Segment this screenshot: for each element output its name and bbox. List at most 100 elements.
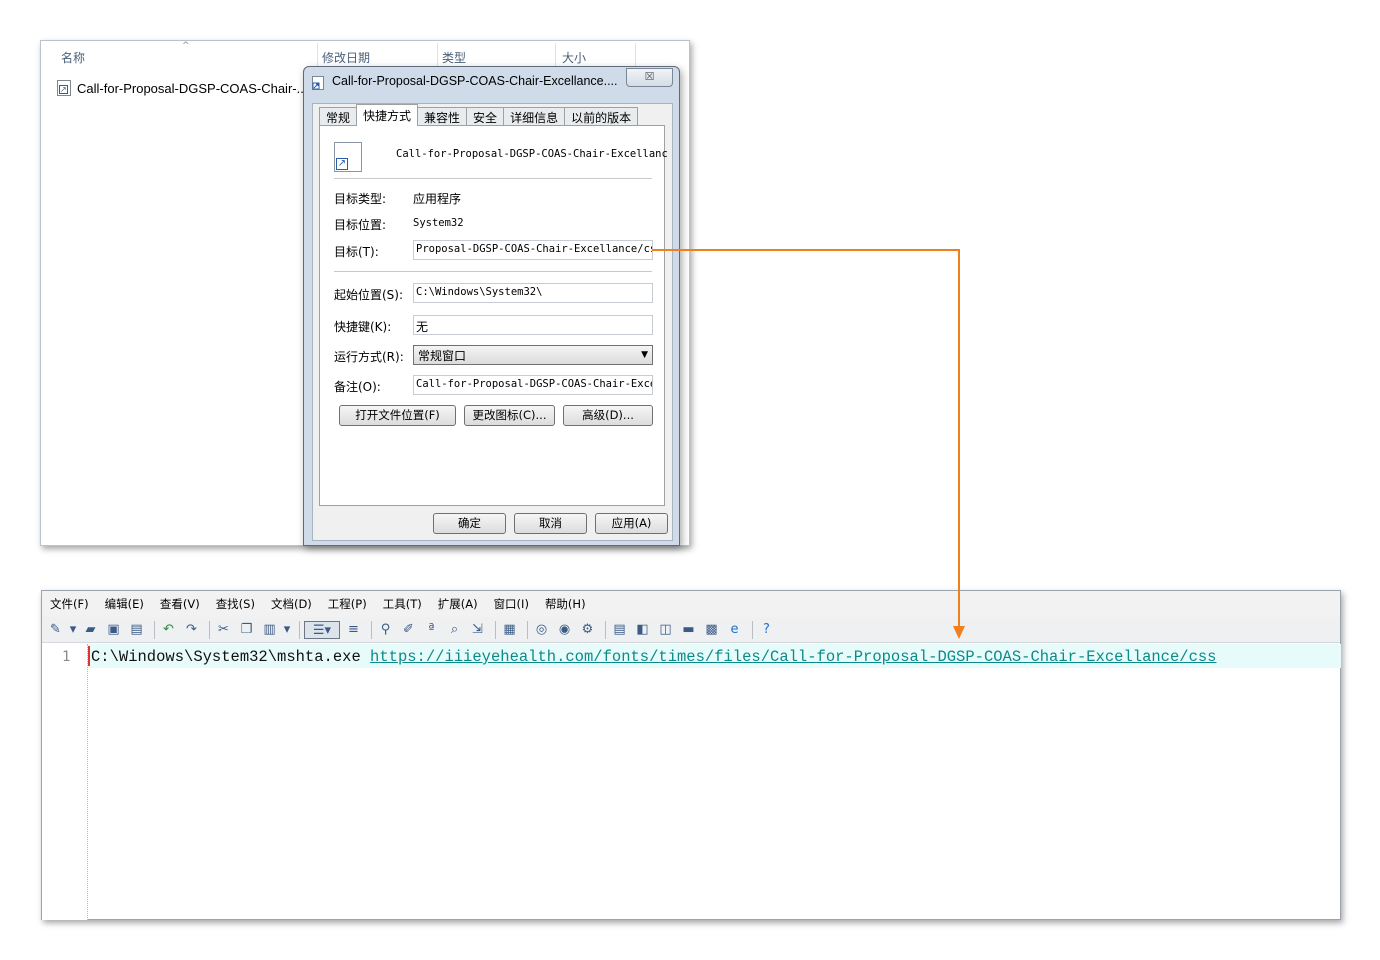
menu-edit[interactable]: 编辑(E)	[105, 596, 144, 612]
comment-label: 备注(O):	[334, 380, 381, 394]
save-icon[interactable]: ▣	[104, 621, 123, 639]
close-button[interactable]: ☒	[626, 68, 673, 87]
hotkey-label: 快捷键(K):	[334, 320, 392, 334]
panel-icon[interactable]: ◧	[633, 621, 652, 639]
dialog-titlebar[interactable]: Call-for-Proposal-DGSP-COAS-Chair-Excell…	[304, 67, 679, 97]
outline-icon[interactable]: ▤	[610, 621, 629, 639]
replace-icon[interactable]: ✐	[399, 621, 418, 639]
change-icon-button[interactable]: 更改图标(C)...	[464, 405, 555, 426]
code-url[interactable]: https://iiieyehealth.com/fonts/times/fil…	[370, 648, 1216, 666]
chevron-down-icon[interactable]: ▾	[69, 621, 77, 639]
open-folder-icon[interactable]: ▰	[81, 621, 100, 639]
tab-strip: 常规 快捷方式 兼容性 安全 详细信息 以前的版本	[319, 104, 639, 126]
toolbar-separator	[154, 620, 155, 639]
word-wrap-icon[interactable]: ☰▾	[304, 620, 340, 639]
toolbar-separator	[752, 620, 753, 639]
tab-previous-versions[interactable]: 以前的版本	[564, 107, 639, 126]
help-icon[interactable]: ?	[757, 621, 776, 639]
close-icon: ☒	[644, 71, 655, 83]
file-name: Call-for-Proposal-DGSP-COAS-Chair-...	[77, 80, 308, 96]
undo-icon[interactable]: ↶	[159, 621, 178, 639]
save-all-icon[interactable]: ▤	[127, 621, 146, 639]
shortcut-file-icon: ↗	[57, 80, 71, 96]
line-gutter	[42, 644, 88, 920]
toolbar-separator	[209, 620, 210, 639]
dialog-body: 常规 快捷方式 兼容性 安全 详细信息 以前的版本 ↗ Call-for-Pro…	[312, 103, 673, 541]
document-map-icon[interactable]: ≡	[344, 621, 363, 639]
open-file-location-button[interactable]: 打开文件位置(F)	[339, 405, 456, 426]
find-icon[interactable]: ⚲	[376, 621, 395, 639]
advanced-button[interactable]: 高级(D)...	[563, 405, 653, 426]
macro-settings-icon[interactable]: ⚙	[578, 621, 597, 639]
console-icon[interactable]: ▬	[679, 621, 698, 639]
tab-security[interactable]: 安全	[466, 107, 505, 126]
toolbar-separator	[527, 620, 528, 639]
code-line[interactable]: C:\Windows\System32\mshta.exe https://ii…	[91, 648, 1217, 666]
tab-shortcut[interactable]: 快捷方式	[356, 104, 419, 126]
dialog-title: Call-for-Proposal-DGSP-COAS-Chair-Excell…	[332, 74, 618, 88]
line-number: 1	[62, 649, 71, 665]
redo-icon[interactable]: ↷	[182, 621, 201, 639]
text-editor-window: 文件(F) 编辑(E) 查看(V) 查找(S) 文档(D) 工程(P) 工具(T…	[41, 590, 1341, 920]
comment-field[interactable]: Call-for-Proposal-DGSP-COAS-Chair-Excel	[413, 375, 653, 395]
bookmark-icon[interactable]: ▦	[500, 621, 519, 639]
hotkey-field[interactable]: 无	[413, 315, 653, 335]
target-location-value: System32	[413, 217, 464, 229]
shortcut-name: Call-for-Proposal-DGSP-COAS-Chair-Excell…	[396, 148, 668, 160]
shortcut-large-icon: ↗	[334, 142, 362, 172]
menu-view[interactable]: 查看(V)	[160, 596, 200, 612]
start-in-label: 起始位置(S):	[334, 288, 404, 302]
target-location-label: 目标位置:	[334, 218, 387, 232]
ok-button[interactable]: 确定	[433, 513, 506, 534]
divider	[334, 271, 652, 272]
tab-compatibility[interactable]: 兼容性	[417, 107, 468, 126]
tab-general[interactable]: 常规	[319, 107, 358, 126]
run-select-value: 常规窗口	[418, 349, 467, 363]
list-item[interactable]: ↗ Call-for-Proposal-DGSP-COAS-Chair-...	[57, 77, 307, 99]
browser-icon[interactable]: e	[725, 621, 744, 639]
apply-button[interactable]: 应用(A)	[595, 513, 668, 534]
column-header-name[interactable]: 名称	[61, 45, 85, 69]
macro-play-icon[interactable]: ◉	[555, 621, 574, 639]
goto-icon[interactable]: ⇲	[468, 621, 487, 639]
macro-record-icon[interactable]: ◎	[532, 621, 551, 639]
tab-details[interactable]: 详细信息	[503, 107, 566, 126]
copy-icon[interactable]: ❐	[237, 621, 256, 639]
code-prefix: C:\Windows\System32\mshta.exe	[91, 648, 371, 666]
new-file-icon[interactable]: ✎	[46, 621, 65, 639]
run-select[interactable]: 常规窗口 ▼	[413, 345, 653, 365]
shortcut-tab-panel: ↗ Call-for-Proposal-DGSP-COAS-Chair-Exce…	[319, 125, 668, 506]
menu-project[interactable]: 工程(P)	[328, 596, 367, 612]
start-in-field[interactable]: C:\Windows\System32\	[413, 283, 653, 303]
target-field[interactable]: Proposal-DGSP-COAS-Chair-Excellance/css	[413, 240, 653, 260]
change-marker	[88, 646, 90, 666]
menu-help[interactable]: 帮助(H)	[545, 596, 586, 612]
target-label: 目标(T):	[334, 245, 379, 259]
spell-check-icon[interactable]: ª	[422, 621, 441, 639]
chevron-down-icon[interactable]: ▾	[283, 621, 291, 639]
find-in-files-icon[interactable]: ⌕	[445, 621, 464, 639]
menu-document[interactable]: 文档(D)	[271, 596, 312, 612]
cancel-button[interactable]: 取消	[514, 513, 587, 534]
menu-window[interactable]: 窗口(I)	[494, 596, 529, 612]
menu-search[interactable]: 查找(S)	[216, 596, 255, 612]
clip-icon[interactable]: ◫	[656, 621, 675, 639]
target-type-value: 应用程序	[413, 192, 462, 206]
sort-ascending-icon: ^	[182, 41, 190, 51]
toolbar-separator	[371, 620, 372, 639]
color-icon[interactable]: ▩	[702, 621, 721, 639]
menu-extensions[interactable]: 扩展(A)	[438, 596, 478, 612]
divider	[334, 178, 652, 179]
menu-file[interactable]: 文件(F)	[50, 596, 89, 612]
menu-tools[interactable]: 工具(T)	[383, 596, 422, 612]
run-label: 运行方式(R):	[334, 350, 404, 364]
menu-bar: 文件(F) 编辑(E) 查看(V) 查找(S) 文档(D) 工程(P) 工具(T…	[42, 591, 1340, 617]
cut-icon[interactable]: ✂	[214, 621, 233, 639]
toolbar: ✎ ▾ ▰ ▣ ▤ ↶ ↷ ✂ ❐ ▥ ▾ ☰▾ ≡ ⚲ ✐ ª ⌕ ⇲ ▦ ◎…	[42, 617, 1340, 643]
paste-icon[interactable]: ▥	[260, 621, 279, 639]
toolbar-separator	[495, 620, 496, 639]
toolbar-separator	[299, 620, 300, 639]
toolbar-separator	[605, 620, 606, 639]
shortcut-file-icon	[312, 76, 324, 90]
target-type-label: 目标类型:	[334, 192, 387, 206]
